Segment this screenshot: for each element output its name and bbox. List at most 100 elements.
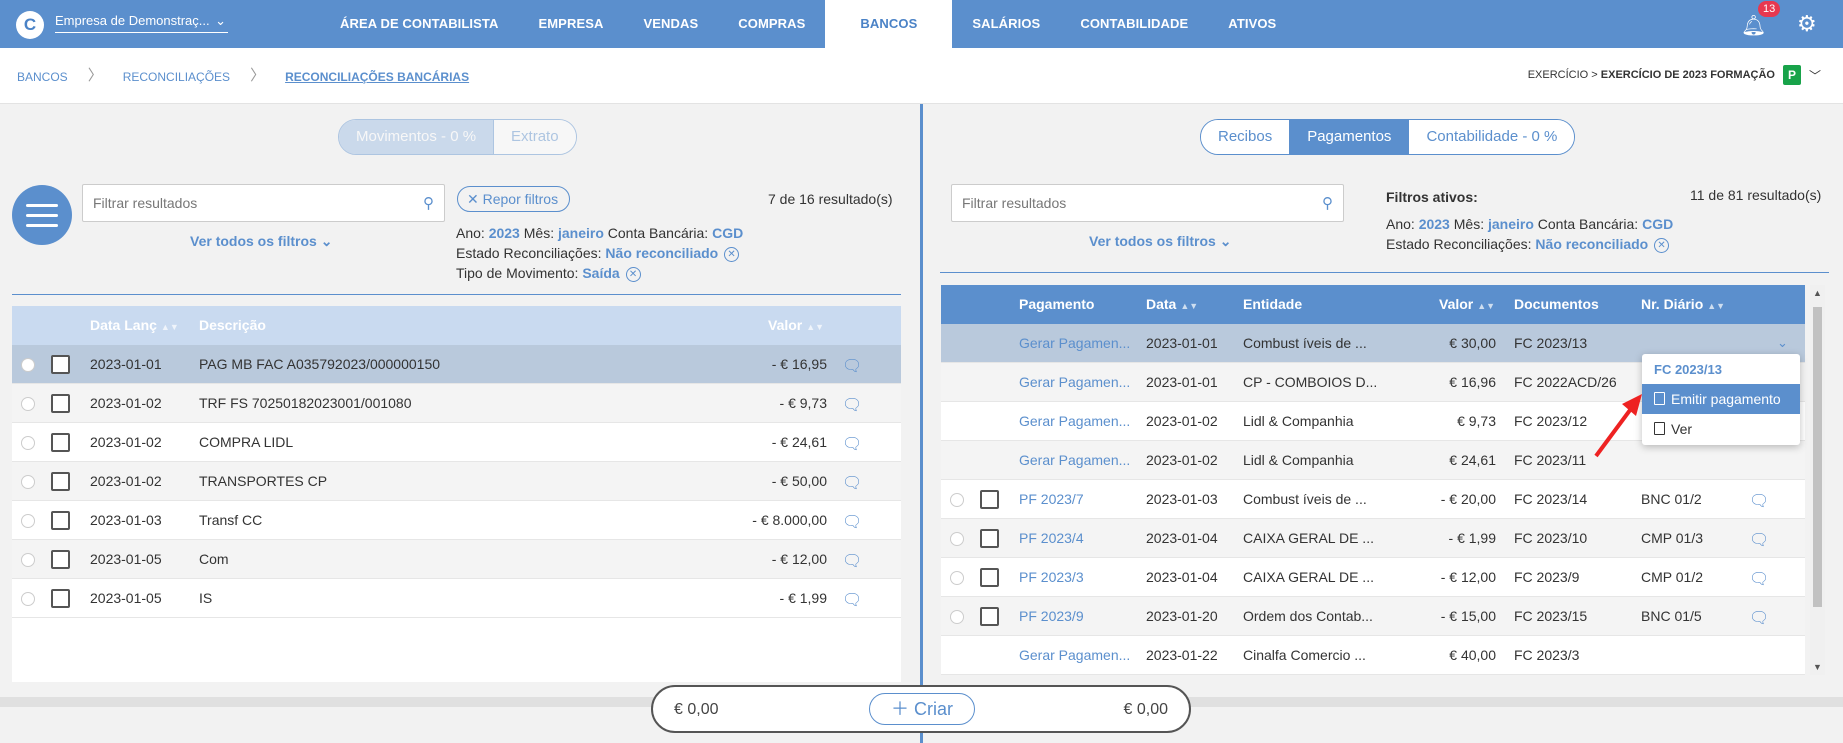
comment-icon[interactable]: 🗨︎ bbox=[1749, 491, 1769, 511]
tab-extrato[interactable]: Extrato bbox=[494, 120, 576, 154]
row-radio[interactable] bbox=[21, 397, 35, 411]
comment-icon[interactable]: 🗨︎ bbox=[842, 551, 862, 571]
col-documentos[interactable]: Documentos bbox=[1514, 296, 1599, 312]
comment-icon[interactable]: 🗨︎ bbox=[842, 473, 862, 493]
table-row[interactable]: 2023-01-05 IS - € 1,99 🗨︎ bbox=[12, 579, 901, 618]
nav-compras[interactable]: COMPRAS bbox=[718, 0, 825, 48]
chevron-down-icon[interactable]: ⌄ bbox=[1777, 335, 1788, 351]
nav-area-contabilista[interactable]: ÁREA DE CONTABILISTA bbox=[320, 0, 518, 48]
row-radio[interactable] bbox=[21, 436, 35, 450]
row-radio[interactable] bbox=[21, 592, 35, 606]
row-radio[interactable] bbox=[950, 571, 964, 585]
table-row[interactable]: 2023-01-03 Transf CC - € 8.000,00 🗨︎ bbox=[12, 501, 901, 540]
col-data[interactable]: Data ▲▼ bbox=[1146, 296, 1198, 312]
left-see-all-filters[interactable]: Ver todos os filtros ⌄ bbox=[190, 233, 332, 250]
comment-icon[interactable]: 🗨︎ bbox=[1749, 530, 1769, 550]
exercise-selector[interactable]: EXERCÍCIO > EXERCÍCIO DE 2023 FORMAÇÃO P… bbox=[1528, 65, 1821, 85]
nav-vendas[interactable]: VENDAS bbox=[623, 0, 718, 48]
right-scrollbar[interactable]: ▲ ▼ bbox=[1810, 285, 1825, 675]
company-selector[interactable]: Empresa de Demonstraç... ⌄ bbox=[55, 13, 228, 33]
search-icon[interactable]: ⚲ bbox=[423, 194, 434, 212]
row-payment-link[interactable]: PF 2023/7 bbox=[1019, 491, 1084, 507]
comment-icon[interactable]: 🗨︎ bbox=[842, 512, 862, 532]
row-radio[interactable] bbox=[950, 610, 964, 624]
remove-filter-icon[interactable]: ✕ bbox=[625, 266, 641, 282]
row-checkbox[interactable] bbox=[51, 433, 70, 452]
create-button[interactable]: ＋ Criar bbox=[869, 693, 975, 725]
table-row[interactable]: 2023-01-02 TRF FS 70250182023001/001080 - … bbox=[12, 384, 901, 423]
breadcrumb-bancos[interactable]: BANCOS bbox=[17, 70, 68, 84]
row-payment-link[interactable]: Gerar Pagamen... bbox=[1019, 452, 1130, 468]
col-pagamento[interactable]: Pagamento bbox=[1019, 296, 1094, 312]
col-nr-diario[interactable]: Nr. Diário ▲▼ bbox=[1641, 296, 1725, 312]
row-radio[interactable] bbox=[21, 475, 35, 489]
breadcrumb-reconciliacoes-bancarias[interactable]: RECONCILIAÇÕES BANCÁRIAS bbox=[285, 70, 469, 84]
row-checkbox[interactable] bbox=[980, 529, 999, 548]
row-checkbox[interactable] bbox=[980, 607, 999, 626]
col-valor[interactable]: Valor ▲▼ bbox=[1439, 296, 1495, 312]
row-checkbox[interactable] bbox=[51, 472, 70, 491]
left-search-input[interactable] bbox=[83, 185, 444, 221]
table-row[interactable]: 2023-01-01 PAG MB FAC A035792023/00000015… bbox=[12, 345, 901, 384]
row-checkbox[interactable] bbox=[980, 490, 999, 509]
comment-icon[interactable]: 🗨︎ bbox=[842, 590, 862, 610]
col-valor[interactable]: Valor ▲▼ bbox=[768, 317, 824, 333]
row-payment-link[interactable]: Gerar Pagamen... bbox=[1019, 374, 1130, 390]
table-row[interactable]: PF 2023/7 2023-01-03 Combust íveis de ... -… bbox=[941, 480, 1805, 519]
table-row[interactable]: PF 2023/3 2023-01-04 CAIXA GERAL DE ... - €… bbox=[941, 558, 1805, 597]
table-row[interactable]: 2023-01-05 Com - € 12,00 🗨︎ bbox=[12, 540, 901, 579]
nav-contabilidade[interactable]: CONTABILIDADE bbox=[1060, 0, 1208, 48]
tab-contabilidade[interactable]: Contabilidade - 0 % bbox=[1409, 120, 1575, 154]
col-entidade[interactable]: Entidade bbox=[1243, 296, 1302, 312]
table-row[interactable]: Gerar Pagamen... 2023-01-02 Lidl & Companh… bbox=[941, 441, 1805, 480]
col-descricao[interactable]: Descrição bbox=[199, 317, 266, 333]
row-checkbox[interactable] bbox=[51, 394, 70, 413]
scroll-up-icon[interactable]: ▲ bbox=[1813, 288, 1822, 298]
table-row[interactable]: 2023-01-02 TRANSPORTES CP - € 50,00 🗨︎ bbox=[12, 462, 901, 501]
row-payment-link[interactable]: Gerar Pagamen... bbox=[1019, 647, 1130, 663]
row-payment-link[interactable]: Gerar Pagamen... bbox=[1019, 335, 1130, 351]
tab-pagamentos[interactable]: Pagamentos bbox=[1290, 120, 1410, 154]
col-data-lanc[interactable]: Data Lanç ▲▼ bbox=[90, 317, 179, 333]
table-row[interactable]: PF 2023/9 2023-01-20 Ordem dos Contab... - … bbox=[941, 597, 1805, 636]
row-radio[interactable] bbox=[21, 514, 35, 528]
menu-icon[interactable] bbox=[12, 185, 72, 245]
table-row[interactable]: PF 2023/4 2023-01-04 CAIXA GERAL DE ... - €… bbox=[941, 519, 1805, 558]
scroll-down-icon[interactable]: ▼ bbox=[1813, 662, 1822, 672]
tab-recibos[interactable]: Recibos bbox=[1201, 120, 1291, 154]
nav-salarios[interactable]: SALÁRIOS bbox=[952, 0, 1060, 48]
row-payment-link[interactable]: Gerar Pagamen... bbox=[1019, 413, 1130, 429]
row-radio[interactable] bbox=[21, 553, 35, 567]
nav-empresa[interactable]: EMPRESA bbox=[518, 0, 623, 48]
nav-bancos[interactable]: BANCOS bbox=[825, 0, 953, 48]
row-payment-link[interactable]: PF 2023/9 bbox=[1019, 608, 1084, 624]
row-checkbox[interactable] bbox=[51, 511, 70, 530]
row-radio[interactable] bbox=[21, 358, 35, 372]
comment-icon[interactable]: 🗨︎ bbox=[842, 356, 862, 376]
emit-payment-menu-item[interactable]: Emitir pagamento bbox=[1642, 384, 1800, 414]
row-radio[interactable] bbox=[950, 493, 964, 507]
comment-icon[interactable]: 🗨︎ bbox=[1749, 608, 1769, 628]
right-search-input[interactable] bbox=[952, 185, 1343, 221]
bell-icon[interactable]: 🔔︎ bbox=[1741, 13, 1766, 38]
reset-filters-button[interactable]: ✕ Repor filtros bbox=[457, 186, 571, 212]
app-logo[interactable]: C bbox=[16, 11, 44, 39]
view-menu-item[interactable]: Ver bbox=[1642, 414, 1800, 444]
right-see-all-filters[interactable]: Ver todos os filtros ⌄ bbox=[1089, 233, 1231, 250]
breadcrumb-reconciliacoes[interactable]: RECONCILIAÇÕES bbox=[123, 70, 230, 84]
table-row[interactable]: 2023-01-02 COMPRA LIDL - € 24,61 🗨︎ bbox=[12, 423, 901, 462]
gear-icon[interactable]: ⚙ bbox=[1797, 11, 1817, 37]
tab-movimentos[interactable]: Movimentos - 0 % bbox=[339, 120, 495, 154]
comment-icon[interactable]: 🗨︎ bbox=[1749, 569, 1769, 589]
remove-filter-icon[interactable]: ✕ bbox=[1654, 237, 1670, 253]
comment-icon[interactable]: 🗨︎ bbox=[842, 395, 862, 415]
row-checkbox[interactable] bbox=[51, 550, 70, 569]
nav-ativos[interactable]: ATIVOS bbox=[1208, 0, 1296, 48]
row-checkbox[interactable] bbox=[51, 589, 70, 608]
row-radio[interactable] bbox=[950, 532, 964, 546]
search-icon[interactable]: ⚲ bbox=[1322, 194, 1333, 212]
table-row[interactable]: Gerar Pagamen... 2023-01-22 Cinalfa Comerc… bbox=[941, 636, 1805, 675]
scroll-thumb[interactable] bbox=[1813, 307, 1822, 607]
comment-icon[interactable]: 🗨︎ bbox=[842, 434, 862, 454]
row-payment-link[interactable]: PF 2023/4 bbox=[1019, 530, 1084, 546]
